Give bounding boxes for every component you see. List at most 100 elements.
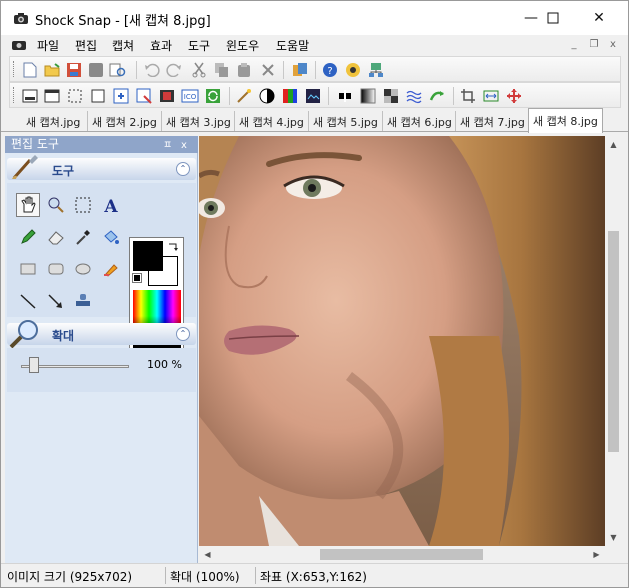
rounded-rect-tool-icon[interactable] (44, 257, 68, 281)
capture-region-icon[interactable] (66, 87, 84, 105)
rgb-icon[interactable] (281, 87, 299, 105)
move-icon[interactable] (505, 87, 523, 105)
status-separator (165, 567, 166, 584)
mdi-minimize-button[interactable]: _ (567, 38, 581, 52)
highlighter-tool-icon[interactable] (99, 257, 123, 281)
wave-icon[interactable] (405, 87, 423, 105)
sharpen-icon[interactable] (336, 87, 354, 105)
menu-edit[interactable]: 편집 (75, 37, 97, 54)
magic-wand-icon[interactable] (235, 87, 253, 105)
cut-icon[interactable] (190, 61, 208, 79)
eyedropper-tool-icon[interactable] (71, 225, 95, 249)
tab-capture-8[interactable]: 새 캡쳐 8.jpg (528, 108, 603, 133)
help-icon[interactable]: ? (321, 61, 339, 79)
toolbar-grip[interactable] (13, 87, 16, 103)
menu-effect[interactable]: 효과 (150, 37, 172, 54)
tab-capture-6[interactable]: 새 캡쳐 6.jpg (382, 111, 456, 131)
magnifier-tool-icon[interactable] (44, 193, 68, 217)
scroll-left-arrow-icon[interactable]: ◀ (199, 546, 216, 563)
open-folder-icon[interactable] (43, 61, 61, 79)
tab-capture-4[interactable]: 새 캡쳐 4.jpg (234, 111, 308, 131)
select-tool-icon[interactable] (71, 193, 95, 217)
save-icon[interactable] (65, 61, 83, 79)
mdi-close-button[interactable]: x (606, 38, 620, 52)
copy-icon[interactable] (213, 61, 231, 79)
fill-bucket-tool-icon[interactable] (99, 225, 123, 249)
scroll-down-arrow-icon[interactable]: ▼ (605, 529, 622, 546)
scroll-up-arrow-icon[interactable]: ▲ (605, 136, 622, 153)
tools-collapse-icon[interactable]: ⌃ (176, 162, 190, 176)
menu-help[interactable]: 도움말 (276, 37, 309, 54)
resize-icon[interactable] (482, 87, 500, 105)
horizontal-scrollbar[interactable]: ◀ ▶ (199, 546, 605, 563)
toolbar-grip[interactable] (13, 61, 16, 77)
tab-capture-3[interactable]: 새 캡쳐 3.jpg (161, 111, 235, 131)
mdi-restore-button[interactable]: ❐ (587, 38, 601, 52)
print-preview-icon[interactable] (109, 61, 127, 79)
maximize-button[interactable] (530, 1, 576, 35)
capture-rect-icon[interactable] (89, 87, 107, 105)
pattern-icon[interactable] (382, 87, 400, 105)
zoom-collapse-icon[interactable]: ⌃ (176, 327, 190, 341)
capture-eye-icon[interactable] (344, 61, 362, 79)
pencil-tool-icon[interactable] (16, 225, 40, 249)
undo-icon[interactable] (143, 61, 161, 79)
tab-capture-7[interactable]: 새 캡쳐 7.jpg (455, 111, 529, 131)
refresh-icon[interactable] (204, 87, 222, 105)
eraser-tool-icon[interactable] (44, 225, 68, 249)
tab-capture-1[interactable]: 새 캡쳐.jpg (22, 111, 84, 131)
menu-file[interactable]: 파일 (37, 37, 59, 54)
new-file-icon[interactable] (21, 61, 39, 79)
brush-icon (12, 155, 38, 179)
contrast-icon[interactable] (258, 87, 276, 105)
tools-section-header[interactable]: 도구 ⌃ (7, 155, 196, 180)
zoom-slider-thumb[interactable] (29, 357, 39, 373)
swap-colors-icon[interactable] (167, 241, 179, 253)
magnifier-icon (9, 320, 38, 349)
portrait-photo (199, 136, 605, 546)
pin-button[interactable]: ㅍ (163, 137, 172, 154)
close-button[interactable]: ✕ (576, 1, 622, 35)
image-effect-icon[interactable] (304, 87, 322, 105)
horizontal-scroll-thumb[interactable] (320, 549, 483, 560)
gallery-icon[interactable] (291, 61, 309, 79)
app-window: Shock Snap - [새 캡쳐 8.jpg] — ✕ 파일 편집 캡쳐 효… (0, 0, 629, 588)
zoom-section-header[interactable]: 확대 ⌃ (7, 320, 196, 349)
capture-object-icon[interactable] (135, 87, 153, 105)
vertical-scroll-thumb[interactable] (608, 231, 619, 452)
hand-tool-icon[interactable] (16, 193, 40, 217)
capture-screen-icon[interactable] (21, 87, 39, 105)
stamp-tool-icon[interactable] (71, 289, 95, 313)
title-bar: Shock Snap - [새 캡쳐 8.jpg] — ✕ (1, 1, 628, 35)
capture-icon-icon[interactable]: ICO (181, 87, 199, 105)
redo-icon[interactable] (165, 61, 183, 79)
panel-close-button[interactable]: x (181, 137, 187, 154)
capture-scroll-icon[interactable] (112, 87, 130, 105)
paste-icon[interactable] (236, 61, 254, 79)
tab-capture-5[interactable]: 새 캡쳐 5.jpg (308, 111, 382, 131)
image-canvas[interactable] (199, 136, 605, 546)
tab-capture-2[interactable]: 새 캡쳐 2.jpg (87, 111, 161, 131)
delete-icon[interactable] (259, 61, 277, 79)
scroll-right-arrow-icon[interactable]: ▶ (588, 546, 605, 563)
menu-window[interactable]: 윈도우 (226, 37, 259, 54)
text-tool-icon[interactable]: A (99, 193, 123, 217)
default-colors-icon[interactable] (132, 273, 142, 283)
crop-icon[interactable] (459, 87, 477, 105)
menu-tools[interactable]: 도구 (188, 37, 210, 54)
document-tabs: 새 캡쳐.jpg 새 캡쳐 2.jpg 새 캡쳐 3.jpg 새 캡쳐 4.jp… (1, 108, 628, 133)
grayscale-icon[interactable] (359, 87, 377, 105)
capture-window-icon[interactable] (43, 87, 61, 105)
menu-capture[interactable]: 캡쳐 (112, 37, 134, 54)
toolbar-separator (229, 87, 230, 105)
tools-section-label: 도구 (52, 164, 75, 178)
arrow-tool-icon[interactable] (44, 289, 68, 313)
line-tool-icon[interactable] (16, 289, 40, 313)
network-icon[interactable] (367, 61, 385, 79)
ellipse-tool-icon[interactable] (71, 257, 95, 281)
vertical-scrollbar[interactable]: ▲ ▼ (605, 136, 622, 546)
rotate-icon[interactable] (428, 87, 446, 105)
rectangle-tool-icon[interactable] (16, 257, 40, 281)
save-disabled-icon[interactable] (87, 61, 105, 79)
capture-movie-icon[interactable] (158, 87, 176, 105)
